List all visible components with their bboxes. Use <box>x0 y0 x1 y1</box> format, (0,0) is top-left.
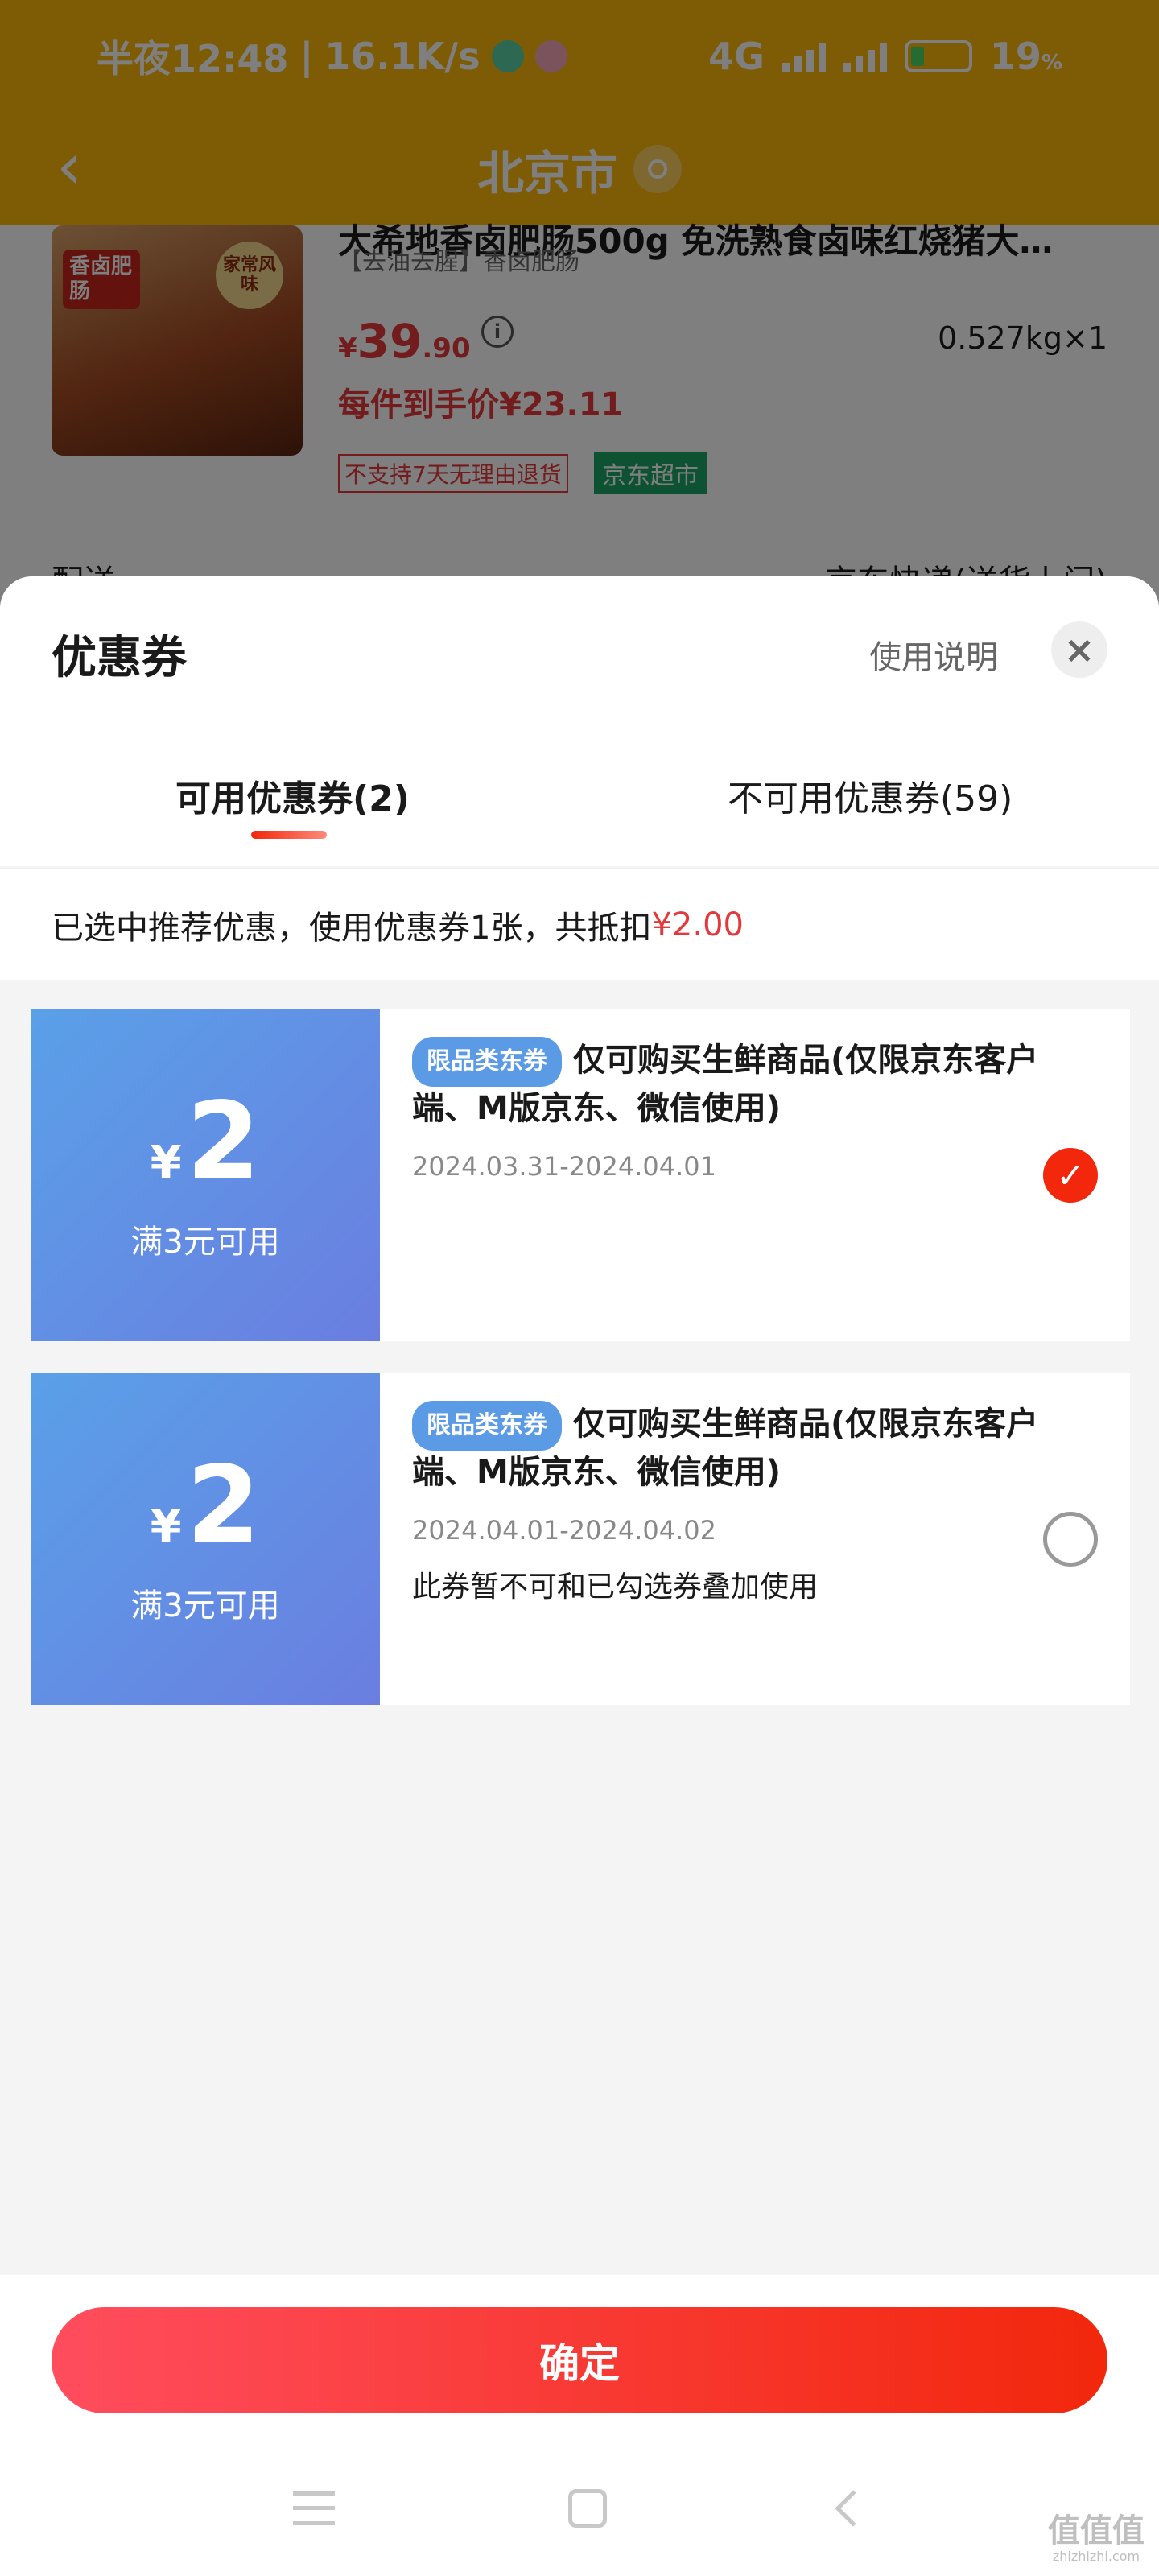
coupon-card[interactable]: ¥2 满3元可用 限品类东券 仅可购买生鲜商品(仅限京东客户端、M版京东、微信使用… <box>24 1373 1130 1705</box>
discount-summary: 已选中推荐优惠，使用优惠券1张，共抵扣 ¥2.00 <box>0 868 1159 980</box>
coupon-checkbox-checked[interactable]: ✓ <box>1043 1148 1098 1203</box>
home-icon[interactable] <box>568 2489 607 2528</box>
coupon-details: 限品类东券 仅可购买生鲜商品(仅限京东客户端、M版京东、微信使用) 2024.03… <box>412 1037 1072 1182</box>
coupon-card[interactable]: ¥2 满3元可用 限品类东券 仅可购买生鲜商品(仅限京东客户端、M版京东、微信使用… <box>24 1009 1130 1341</box>
coupon-value-panel: ¥2 满3元可用 <box>24 1009 380 1341</box>
coupon-checkbox-unchecked[interactable] <box>1043 1512 1098 1567</box>
system-back-icon[interactable] <box>835 2490 872 2527</box>
close-button[interactable]: × <box>1051 621 1107 678</box>
tab-available-coupons[interactable]: 可用优惠券(2) <box>175 770 410 821</box>
confirm-button[interactable]: 确定 <box>52 2307 1107 2413</box>
coupon-value-panel: ¥2 满3元可用 <box>24 1373 380 1705</box>
tab-unavailable-coupons[interactable]: 不可用优惠券(59) <box>728 770 1013 821</box>
sheet-header: 优惠券 使用说明 × 可用优惠券(2) 不可用优惠券(59) <box>0 576 1159 866</box>
sheet-title: 优惠券 <box>52 632 187 684</box>
active-tab-indicator <box>251 831 327 839</box>
coupon-type-tag: 限品类东券 <box>412 1037 562 1087</box>
coupon-condition: 满3元可用 <box>130 1587 280 1624</box>
coupon-title: 限品类东券 仅可购买生鲜商品(仅限京东客户端、M版京东、微信使用) <box>412 1037 1072 1130</box>
usage-instructions-link[interactable]: 使用说明 <box>869 631 998 678</box>
coupon-amount: ¥2 <box>150 1080 261 1203</box>
coupon-validity: 2024.03.31-2024.04.01 <box>412 1151 716 1182</box>
summary-amount: ¥2.00 <box>651 906 744 943</box>
summary-text: 已选中推荐优惠，使用优惠券1张，共抵扣 <box>52 910 652 947</box>
coupon-condition: 满3元可用 <box>130 1224 280 1261</box>
coupon-details: 限品类东券 仅可购买生鲜商品(仅限京东客户端、M版京东、微信使用) 2024.04… <box>412 1401 1072 1605</box>
coupon-validity: 2024.04.01-2024.04.02 <box>412 1515 716 1546</box>
coupon-amount: ¥2 <box>150 1443 261 1567</box>
menu-icon[interactable] <box>293 2491 335 2525</box>
close-icon: × <box>1063 628 1095 671</box>
coupon-stack-note: 此券暂不可和已勾选券叠加使用 <box>412 1571 819 1604</box>
watermark-logo: 值值值 zhizhizhi.com <box>1048 2512 1145 2564</box>
system-nav-bar <box>0 2468 1159 2549</box>
coupon-type-tag: 限品类东券 <box>412 1401 562 1451</box>
coupon-title: 限品类东券 仅可购买生鲜商品(仅限京东客户端、M版京东、微信使用) <box>412 1401 1072 1494</box>
checkmark-icon: ✓ <box>1056 1155 1085 1195</box>
sheet-footer: 确定 值值值 zhizhizhi.com <box>0 2275 1159 2576</box>
coupon-sheet: 优惠券 使用说明 × 可用优惠券(2) 不可用优惠券(59) 已选中推荐优惠，使… <box>0 576 1159 2576</box>
